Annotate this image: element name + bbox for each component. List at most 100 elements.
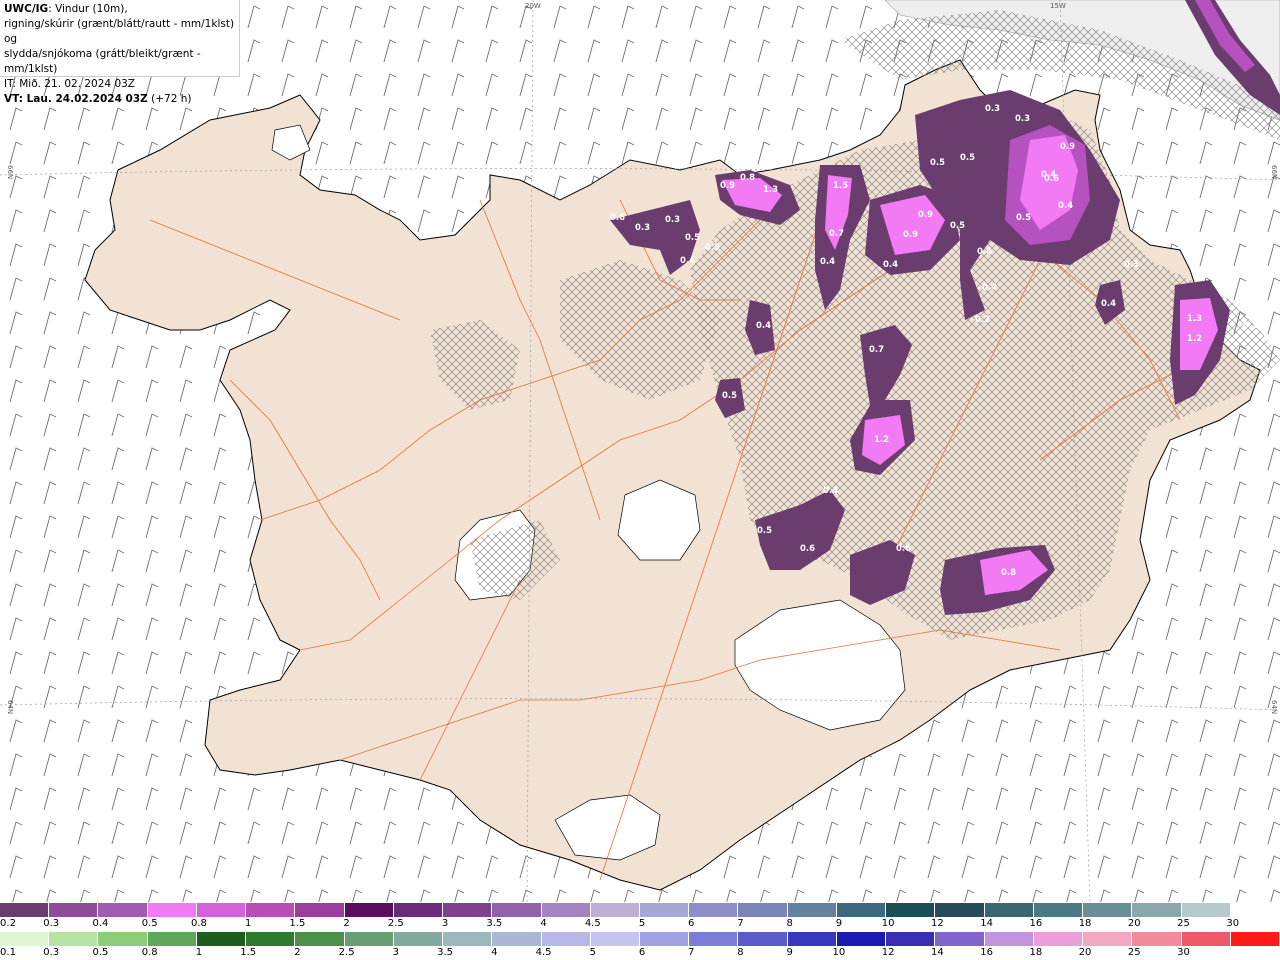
precip-label: 0.9 [720,181,735,191]
precip-label: 0.5 [960,153,975,163]
scale-tick-label: 30 [1226,918,1240,929]
scale-tick-label: 5 [638,918,646,929]
precip-label: 0.3 [635,223,650,233]
precip-label: 1.5 [833,181,848,191]
colour-swatch [836,903,887,917]
precip-label: 0.4 [1041,170,1056,180]
scale-tick-label: 14 [931,947,944,958]
header-line-1: UWC/IG: Vindur (10m), [4,2,235,17]
precip-label: 0.5 [1016,213,1031,223]
colour-swatch [1083,903,1133,917]
scale-tick-label: 20 [1078,947,1092,958]
colour-swatch [886,903,936,917]
lon-label-20w: 20W [525,2,541,10]
precip-label: 0.8 [1001,568,1016,578]
precip-label: 0.3 [1124,260,1139,270]
precip-label: 0.6 [610,213,625,223]
scale-tick-label: 1 [195,947,203,958]
precip-label: 0.6 [896,544,911,554]
precip-label: 0.4 [977,247,992,257]
precip-label: 1.2 [874,435,889,445]
scale-tick-label: 6 [688,918,695,929]
colour-swatch [1230,903,1280,917]
colour-swatch [640,932,690,946]
weather-map: 0.3 0.3 0.5 0.5 1.3 0.8 0.9 0.6 1.5 0.9 … [0,0,1280,902]
precip-label: 0.4 [1101,299,1116,309]
scale-tick-label: 4.5 [535,947,552,958]
colour-swatch [0,932,50,946]
colour-swatch [147,932,197,946]
colour-swatch [836,932,887,946]
colour-swatch [492,932,542,946]
scale-tick-label: 3.5 [437,947,454,958]
colour-swatch [49,932,99,946]
scale-tick-label: 10 [832,947,846,958]
colour-swatch [246,932,296,946]
colour-swatch [935,932,985,946]
scale-tick-label: 0.2 [0,918,16,929]
scale-tick-label: 4 [491,947,498,958]
scale-tick-label: 9 [786,947,793,958]
scale-tick-label: 10 [881,918,895,929]
scale-tick-label: 16 [1029,918,1043,929]
scale-tick-label: 0.1 [0,947,16,958]
scale-tick-label: 8 [737,947,744,958]
precip-label: 0.8 [740,173,755,183]
colour-swatch [1230,932,1280,946]
colour-swatch [689,903,739,917]
precip-label: 0.9 [1060,142,1075,152]
precip-label: 1.3 [1187,314,1202,324]
precip-label: 0.4 [1058,201,1073,211]
scale-tick-label: 0.3 [43,947,60,958]
colour-swatch [0,903,50,917]
colour-swatch [344,932,394,946]
precip-label: 0.4 [883,260,898,270]
snow-colour-scale: 0.2 0.3 0.4 0.5 0.8 1 1.5 2 2.5 3 3.5 4 4.5 5 6 7 8 9 10 12… [0,903,1280,931]
init-time: IT: Mið. 21. 02. 2024 03Z [4,78,135,90]
precip-label: 0.9 [903,230,918,240]
scale-tick-label: 25 [1127,947,1141,958]
precip-label: 0.4 [820,257,835,267]
scale-tick-label: 20 [1127,918,1141,929]
colour-swatch [590,903,640,917]
precip-label: 1.2 [1187,334,1202,344]
colour-swatch [541,903,591,917]
scale-tick-label: 0.4 [92,918,109,929]
colour-swatch [492,903,542,917]
precip-label: 0.5 [930,158,945,168]
precip-label: 0.4 [982,283,997,293]
scale-tick-label: 1.5 [240,947,257,958]
lat-label-66n-right: 66N [1270,165,1278,179]
precip-label: 0.2 [975,315,990,325]
colour-swatch [196,903,247,917]
colour-swatch [1033,932,1084,946]
precip-label: 0.5 [757,526,772,536]
colour-swatch [1132,932,1182,946]
colour-swatch [640,903,690,917]
precip-label: 0.7 [869,345,884,355]
precip-label: 0.5 [705,243,720,253]
colour-swatch [98,932,148,946]
precip-label: 1.3 [763,185,778,195]
scale-tick-label: 3 [392,947,400,958]
scale-tick-label: 4.5 [584,918,601,929]
precip-label: 0.9 [918,210,933,220]
colour-swatch [590,932,640,946]
scale-tick-label: 12 [931,918,944,929]
scale-tick-label: 25 [1177,918,1190,929]
scale-tick-label: 2.5 [338,947,355,958]
colour-swatch [344,903,394,917]
scale-tick-label: 0.3 [43,918,60,929]
scale-tick-label: 0.8 [190,918,207,929]
scale-tick-label: 7 [688,947,695,958]
colour-swatch [541,932,591,946]
colour-swatch [689,932,739,946]
lon-label-15w: 15W [1050,2,1066,10]
scale-tick-label: 7 [737,918,744,929]
precip-label: 0.4 [823,486,838,496]
colour-swatch [886,932,936,946]
colour-swatch [1181,903,1231,917]
scale-tick-label: 4 [540,918,547,929]
scale-tick-label: 18 [1029,947,1043,958]
colour-swatch [98,903,148,917]
